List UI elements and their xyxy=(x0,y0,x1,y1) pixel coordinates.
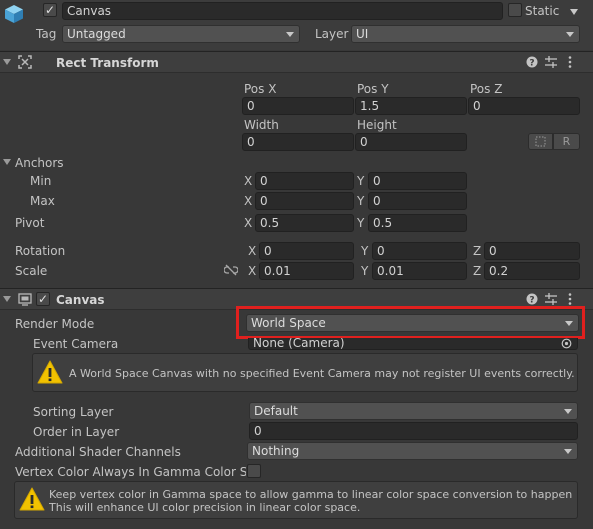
pos-x-input[interactable]: 0 xyxy=(242,97,354,115)
pos-z-label: Pos Z xyxy=(470,82,503,96)
help-icon[interactable]: ? xyxy=(526,293,538,305)
scale-z-axis-label: Z xyxy=(473,264,482,278)
object-picker-icon[interactable] xyxy=(561,338,572,349)
min-y-axis-label: Y xyxy=(357,174,365,188)
scale-y-input[interactable]: 0.01 xyxy=(372,262,467,280)
scale-x-axis-label: X xyxy=(248,264,257,278)
pivot-y-input[interactable]: 0.5 xyxy=(368,214,467,232)
shader-channels-dropdown[interactable]: Nothing xyxy=(247,442,578,460)
event-camera-field[interactable]: None (Camera) xyxy=(248,338,578,350)
static-dropdown-arrow[interactable] xyxy=(570,9,578,15)
anchors-label: Anchors xyxy=(15,156,64,170)
render-mode-value: World Space xyxy=(251,316,326,330)
info-text-line1: Keep vertex color in Gamma space to allo… xyxy=(49,488,576,501)
scale-y-axis-label: Y xyxy=(361,264,369,278)
render-mode-dropdown[interactable]: World Space xyxy=(246,314,579,332)
constrain-proportions-icon[interactable] xyxy=(224,264,238,276)
rot-z-axis-label: Z xyxy=(473,244,482,258)
render-mode-label: Render Mode xyxy=(15,317,95,331)
sorting-layer-label: Sorting Layer xyxy=(33,405,114,419)
max-y-axis-label: Y xyxy=(357,194,365,208)
max-x-axis-label: X xyxy=(244,194,253,208)
pivot-x-axis-label: X xyxy=(244,216,253,230)
min-x-axis-label: X xyxy=(244,174,253,188)
pivot-label: Pivot xyxy=(15,216,45,230)
rotation-label: Rotation xyxy=(15,244,66,258)
active-checkbox[interactable]: ✓ xyxy=(43,3,57,17)
rot-z-input[interactable]: 0 xyxy=(484,242,580,260)
sorting-layer-dropdown[interactable]: Default xyxy=(249,402,578,420)
pos-x-label: Pos X xyxy=(244,82,277,96)
blueprint-mode-icon xyxy=(535,136,546,147)
anchors-foldout[interactable] xyxy=(3,159,11,165)
cube-icon xyxy=(5,5,23,23)
order-in-layer-input[interactable]: 0 xyxy=(249,422,578,440)
canvas-icon xyxy=(18,293,32,306)
layer-value: UI xyxy=(356,27,369,41)
svg-text:?: ? xyxy=(529,296,534,306)
width-input[interactable]: 0 xyxy=(242,133,354,151)
object-name-input[interactable]: Canvas xyxy=(62,2,503,20)
warning-icon xyxy=(37,360,63,384)
help-icon[interactable]: ? xyxy=(526,56,538,68)
shader-channels-label: Additional Shader Channels xyxy=(15,445,181,459)
scale-label: Scale xyxy=(15,264,48,278)
raw-edit-button[interactable]: R xyxy=(553,133,580,150)
layer-label: Layer xyxy=(315,27,349,41)
vertex-color-checkbox[interactable] xyxy=(247,464,261,478)
info-text-line2: This will enhance UI color precision in … xyxy=(49,501,361,514)
scale-z-input[interactable]: 0.2 xyxy=(484,262,580,280)
height-label: Height xyxy=(357,118,397,132)
preset-icon[interactable] xyxy=(545,293,557,305)
min-label: Min xyxy=(30,174,52,188)
width-label: Width xyxy=(244,118,279,132)
rot-x-axis-label: X xyxy=(248,244,257,258)
rect-transform-title: Rect Transform xyxy=(56,56,159,70)
pos-z-input[interactable]: 0 xyxy=(468,97,580,115)
tag-label: Tag xyxy=(36,27,57,41)
preset-icon[interactable] xyxy=(545,56,557,68)
height-input[interactable]: 0 xyxy=(355,133,467,151)
svg-text:?: ? xyxy=(529,59,534,69)
rot-y-input[interactable]: 0 xyxy=(372,242,467,260)
pivot-x-input[interactable]: 0.5 xyxy=(255,214,354,232)
pos-y-input[interactable]: 1.5 xyxy=(355,97,467,115)
canvas-foldout[interactable] xyxy=(3,296,11,302)
rot-y-axis-label: Y xyxy=(361,244,369,258)
min-x-input[interactable]: 0 xyxy=(255,172,354,190)
canvas-title: Canvas xyxy=(56,293,105,307)
max-x-input[interactable]: 0 xyxy=(255,192,354,210)
shader-channels-value: Nothing xyxy=(252,444,300,458)
scale-x-input[interactable]: 0.01 xyxy=(259,262,354,280)
rect-transform-foldout[interactable] xyxy=(3,59,11,65)
kebab-menu-icon[interactable] xyxy=(567,293,573,305)
tag-dropdown[interactable]: Untagged xyxy=(62,25,300,43)
sorting-layer-value: Default xyxy=(254,404,298,418)
max-label: Max xyxy=(30,194,55,208)
pos-y-label: Pos Y xyxy=(357,82,389,96)
warning-text: A World Space Canvas with no specified E… xyxy=(69,367,574,380)
static-label: Static xyxy=(525,4,560,18)
pivot-y-axis-label: Y xyxy=(357,216,365,230)
min-y-input[interactable]: 0 xyxy=(368,172,467,190)
event-camera-label: Event Camera xyxy=(33,337,119,351)
warning-icon xyxy=(19,487,45,511)
kebab-menu-icon[interactable] xyxy=(567,56,573,68)
rot-x-input[interactable]: 0 xyxy=(259,242,354,260)
vertex-color-label: Vertex Color Always In Gamma Color Spa xyxy=(15,465,246,479)
layer-dropdown[interactable]: UI xyxy=(351,25,580,43)
order-in-layer-label: Order in Layer xyxy=(33,425,120,439)
blueprint-mode-button[interactable] xyxy=(528,133,553,150)
tag-value: Untagged xyxy=(67,27,126,41)
rect-transform-icon xyxy=(18,55,32,69)
max-y-input[interactable]: 0 xyxy=(368,192,467,210)
canvas-enabled-checkbox[interactable]: ✓ xyxy=(36,292,50,306)
static-checkbox[interactable] xyxy=(508,3,522,17)
